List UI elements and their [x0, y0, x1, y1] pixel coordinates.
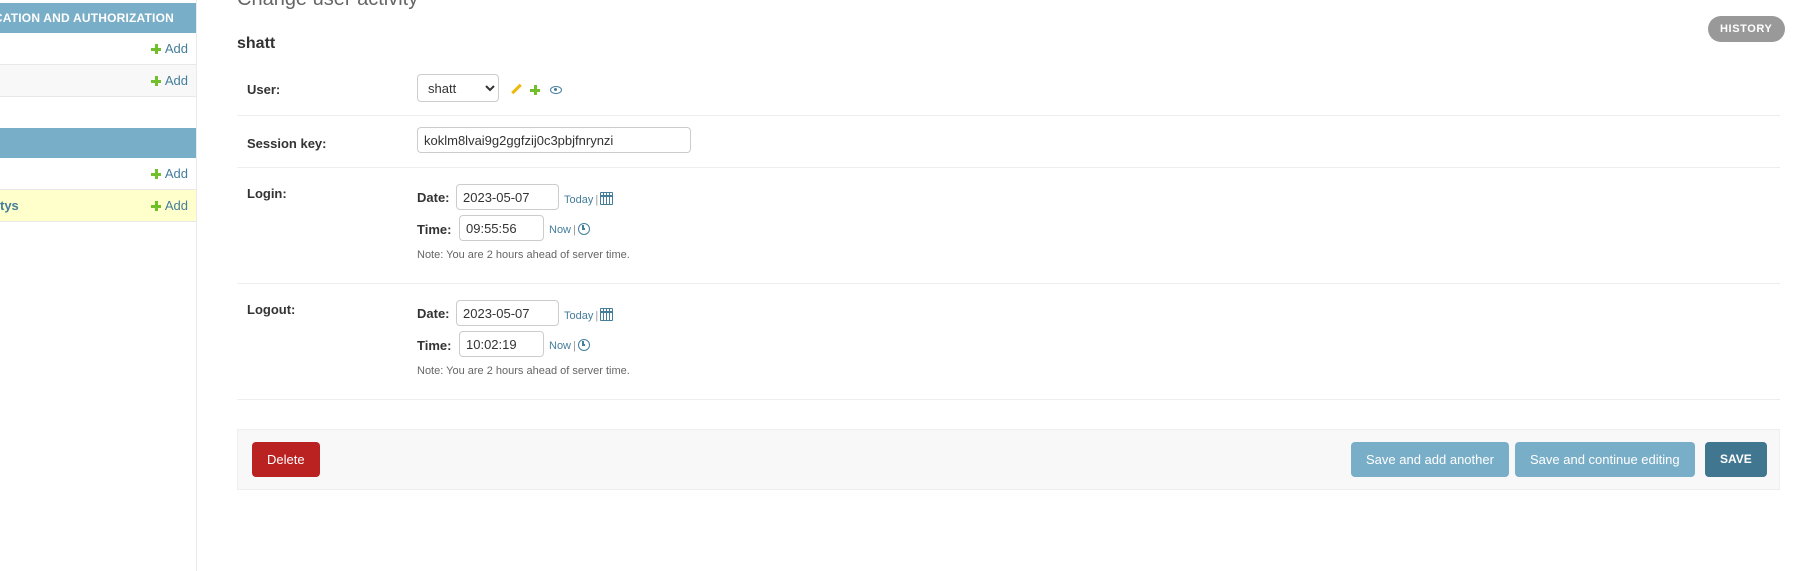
save-and-continue-button[interactable]: Save and continue editing: [1515, 442, 1695, 477]
user-select[interactable]: shatt: [417, 74, 499, 102]
clock-icon: [577, 223, 590, 235]
calendar-icon: [600, 192, 614, 205]
pencil-icon: [511, 84, 521, 94]
logout-date-shortcuts: Today |: [564, 306, 614, 322]
plus-icon: [150, 201, 161, 211]
logout-date-input[interactable]: [456, 300, 559, 326]
login-date-input[interactable]: [456, 184, 559, 210]
calendar-icon: [600, 308, 614, 321]
logout-today-link[interactable]: Today: [564, 310, 593, 322]
page-title: Change user activity: [237, 0, 418, 11]
delete-button[interactable]: Delete: [252, 442, 320, 477]
login-time-input[interactable]: [459, 215, 544, 241]
eye-icon: [549, 85, 562, 94]
login-time-shortcuts: Now |: [549, 221, 590, 236]
session-key-input[interactable]: [417, 127, 691, 153]
logout-datetime-field: Date: Today| Time: Now| Note: You are 2 …: [417, 300, 1017, 390]
history-button[interactable]: HISTORY: [1708, 16, 1785, 42]
save-and-add-another-button[interactable]: Save and add another: [1351, 442, 1509, 477]
save-button[interactable]: SAVE: [1705, 442, 1767, 477]
form-row-login: Login: Date: Today| Time: Now| Note: You…: [237, 168, 1780, 284]
login-timezone-note: Note: You are 2 hours ahead of server ti…: [417, 249, 630, 261]
logout-calendar-button[interactable]: [600, 307, 614, 322]
session-key-field: [417, 127, 691, 153]
sidebar-app-caption-label: CATION AND AUTHORIZATION: [0, 11, 174, 25]
user-label: User:: [247, 82, 281, 97]
sidebar-model-row: Add: [0, 65, 196, 97]
sidebar-model-row: Add: [0, 158, 196, 190]
login-date-shortcuts: Today |: [564, 190, 614, 206]
login-now-link[interactable]: Now: [549, 224, 571, 236]
login-date-label: Date:: [417, 190, 450, 205]
view-user-button[interactable]: [549, 82, 562, 97]
login-time-label: Time:: [417, 222, 452, 237]
session-key-label: Session key:: [247, 136, 327, 151]
logout-time-shortcuts: Now |: [549, 337, 590, 352]
related-widget-actions: [511, 82, 562, 97]
clock-icon: [577, 339, 590, 351]
main-content: Change user activity HISTORY shatt User:…: [237, 0, 1799, 571]
sidebar-add-link[interactable]: Add: [150, 158, 188, 190]
sidebar-add-link[interactable]: Add: [150, 33, 188, 65]
plus-icon: [530, 84, 541, 95]
plus-icon: [150, 76, 161, 86]
sidebar-add-link[interactable]: Add: [150, 190, 188, 222]
sidebar-nav: CATION AND AUTHORIZATION Add Add Add tys…: [0, 0, 197, 571]
user-field: shatt: [417, 74, 562, 102]
sidebar-model-link[interactable]: tys: [0, 190, 19, 222]
login-label: Login:: [247, 186, 287, 201]
login-calendar-button[interactable]: [600, 191, 614, 206]
sidebar-model-row-current: tys Add: [0, 190, 196, 222]
logout-label: Logout:: [247, 302, 296, 317]
form-row-logout: Logout: Date: Today| Time: Now| Note: Yo…: [237, 284, 1780, 400]
add-user-button[interactable]: [530, 82, 544, 97]
login-datetime-field: Date: Today| Time: Now| Note: You are 2 …: [417, 184, 1017, 274]
change-user-button[interactable]: [511, 82, 521, 97]
logout-clock-button[interactable]: [577, 337, 590, 352]
sidebar-app-caption[interactable]: [0, 128, 196, 158]
sidebar-app-caption-auth[interactable]: CATION AND AUTHORIZATION: [0, 3, 196, 33]
login-clock-button[interactable]: [577, 221, 590, 236]
logout-time-label: Time:: [417, 338, 452, 353]
sidebar-add-link[interactable]: Add: [150, 65, 188, 97]
submit-row: Delete Save and add another Save and con…: [237, 429, 1780, 490]
logout-now-link[interactable]: Now: [549, 340, 571, 352]
form-row-user: User: shatt: [237, 64, 1780, 116]
plus-icon: [150, 169, 161, 179]
logout-timezone-note: Note: You are 2 hours ahead of server ti…: [417, 365, 630, 377]
form-row-session-key: Session key:: [237, 116, 1780, 168]
sidebar-model-row: Add: [0, 33, 196, 65]
logout-time-input[interactable]: [459, 331, 544, 357]
object-name: shatt: [237, 35, 276, 52]
login-today-link[interactable]: Today: [564, 194, 593, 206]
plus-icon: [150, 44, 161, 54]
logout-date-label: Date:: [417, 306, 450, 321]
